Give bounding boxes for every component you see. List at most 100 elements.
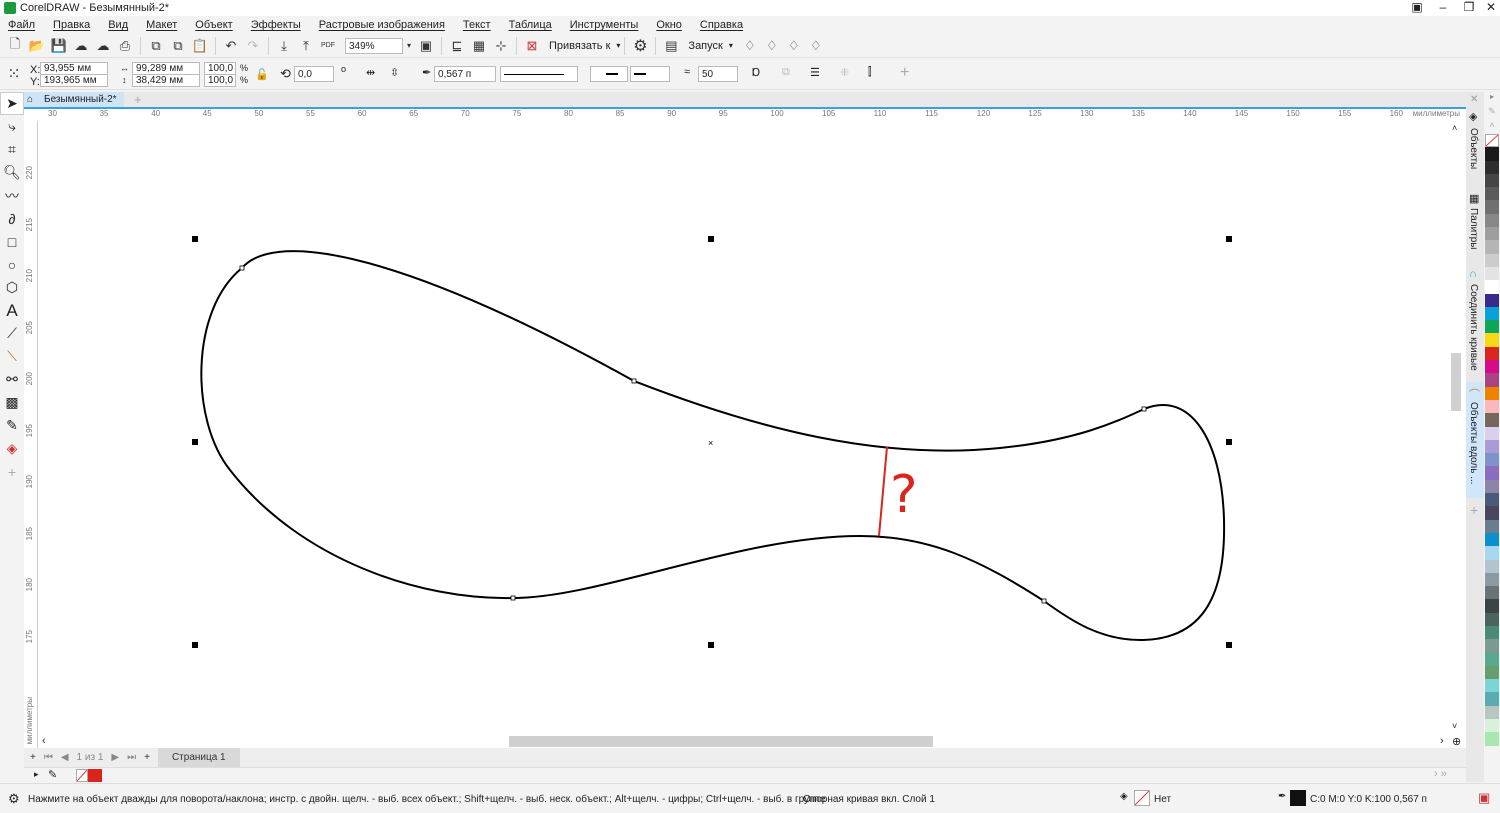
color-swatch[interactable] — [1485, 426, 1499, 440]
palette-menu-icon[interactable]: ▸ — [1484, 92, 1500, 106]
add-page-after-icon[interactable]: + — [144, 752, 150, 763]
menu-object[interactable]: Объект — [195, 19, 232, 31]
save-icon[interactable]: 💾 — [48, 36, 70, 56]
redo-icon[interactable]: ↷ — [242, 36, 264, 56]
color-swatch[interactable] — [1485, 306, 1499, 321]
menu-window[interactable]: Окно — [656, 19, 682, 31]
artistic-media-icon[interactable]: ∂ — [0, 207, 24, 230]
menu-help[interactable]: Справка — [700, 19, 743, 31]
color-swatch[interactable] — [1485, 333, 1499, 347]
snap-chevron-icon[interactable]: ▾ — [616, 41, 620, 50]
ellipse-tool-icon[interactable]: ○ — [0, 253, 24, 276]
no-color-swatch[interactable] — [1485, 134, 1499, 148]
color-swatch[interactable] — [1485, 360, 1499, 374]
snap-off-icon[interactable]: ⊠ — [521, 36, 543, 56]
select-all-nodes-icon[interactable]: ⫿ — [868, 66, 872, 79]
paste-icon[interactable]: 📋 — [189, 36, 211, 56]
freehand-tool-icon[interactable]: 〰 — [0, 184, 24, 207]
end-arrowhead-dropdown[interactable] — [630, 66, 670, 82]
menu-effects[interactable]: Эффекты — [251, 19, 301, 31]
dimension-tool-icon[interactable]: ⟋ — [0, 322, 24, 345]
color-swatch[interactable] — [1485, 453, 1499, 467]
menu-tools[interactable]: Инструменты — [570, 19, 639, 31]
connector-tool-icon[interactable]: ⟍ — [0, 345, 24, 368]
open-icon[interactable]: 📂 — [26, 36, 48, 56]
first-page-icon[interactable]: ⏮ — [44, 752, 53, 763]
pdf-icon[interactable]: PDF — [317, 36, 339, 56]
interactive-fill-icon[interactable]: ◈ — [0, 437, 24, 460]
outline-swatch[interactable] — [1290, 790, 1306, 806]
color-swatch[interactable] — [1485, 506, 1499, 520]
show-grid-icon[interactable]: ▦ — [468, 36, 490, 56]
pick-tool-icon[interactable]: ➤ — [0, 92, 24, 115]
mirror-vertical-icon[interactable]: ⇳ — [390, 66, 399, 79]
color-swatch[interactable] — [1485, 200, 1499, 214]
palette-eyedropper-icon[interactable]: ✎ — [1484, 106, 1500, 120]
color-swatch[interactable] — [1485, 227, 1499, 241]
color-swatch[interactable] — [1485, 293, 1499, 307]
color-swatch[interactable] — [1485, 679, 1499, 693]
color-swatch[interactable] — [1485, 559, 1499, 573]
docker-close-icon[interactable]: ✕ — [1470, 94, 1478, 105]
color-swatch[interactable] — [1485, 160, 1499, 174]
eyedropper-icon[interactable]: ✎ — [48, 768, 57, 781]
palette-expand-icon[interactable]: ▸ — [34, 769, 39, 780]
docker-tab-join-curves[interactable]: Соединить кривые — [1468, 284, 1479, 371]
reflect-nodes-icon[interactable]: ☰ — [810, 66, 820, 79]
add-tool-icon[interactable]: + — [0, 460, 24, 483]
restore-icon[interactable]: ▣ — [1404, 0, 1430, 14]
menu-bitmaps[interactable]: Растровые изображения — [319, 19, 445, 31]
no-color-swatch[interactable] — [76, 769, 88, 782]
mirror-horizontal-icon[interactable]: ⇹ — [366, 66, 375, 79]
start-arrowhead-dropdown[interactable] — [590, 66, 628, 82]
menu-file[interactable]: Файл — [8, 19, 35, 31]
menu-edit[interactable]: Правка — [53, 19, 90, 31]
color-proof-icon[interactable]: ▣ — [1478, 790, 1490, 806]
transparency-tool-icon[interactable]: ▩ — [0, 391, 24, 414]
menu-view[interactable]: Вид — [108, 19, 128, 31]
y-position-field[interactable]: 193,965 мм — [40, 74, 108, 87]
launch-app-icon[interactable]: ▤ — [660, 36, 682, 56]
new-tab-icon[interactable]: + — [134, 92, 142, 107]
color-swatch[interactable] — [1485, 280, 1499, 294]
horizontal-scrollbar[interactable]: ‹ › ⊕ — [38, 735, 1466, 748]
close-curve-icon[interactable]: Ɒ — [752, 66, 761, 79]
color-swatch[interactable] — [1485, 413, 1499, 427]
color-swatch[interactable] — [1485, 173, 1499, 188]
color-swatch[interactable] — [1485, 639, 1499, 653]
copy-icon[interactable]: ⧉ — [167, 36, 189, 56]
remove-node-icon[interactable]: ♢ — [761, 36, 783, 56]
color-swatch[interactable] — [1485, 320, 1499, 334]
break-node-icon[interactable]: ♢ — [805, 36, 827, 56]
color-swatch[interactable] — [1485, 466, 1499, 480]
print-icon[interactable]: ⎙ — [114, 36, 136, 56]
shape-tool-icon[interactable]: ⤷ — [0, 115, 24, 138]
palette-scroll-right-icon[interactable]: › » — [1434, 768, 1447, 780]
color-swatch[interactable] — [1485, 652, 1499, 666]
color-swatch[interactable] — [1485, 705, 1499, 720]
color-swatch[interactable] — [1485, 386, 1499, 400]
color-swatch[interactable] — [1485, 612, 1499, 626]
scroll-down-icon[interactable]: ˅ — [1452, 721, 1457, 731]
next-page-icon[interactable]: ▶ — [111, 752, 119, 763]
reference-point-icon[interactable]: ⁙ — [3, 64, 25, 84]
color-swatch[interactable] — [1485, 572, 1499, 587]
color-swatch[interactable] — [1485, 439, 1499, 454]
drawing-canvas[interactable]: × ? ˄ ˅ — [38, 121, 1466, 735]
color-swatch[interactable] — [1485, 213, 1499, 228]
red-swatch[interactable] — [88, 769, 102, 782]
last-page-icon[interactable]: ⏭ — [127, 752, 136, 763]
eyedropper-tool-icon[interactable]: ✎ — [0, 414, 24, 437]
horizontal-ruler[interactable]: миллиметры 30 35 40 45 50 55 60 65 70 75 80 85 90 95 1… — [24, 107, 1466, 121]
close-button[interactable]: ✕ — [1478, 0, 1500, 14]
vertical-ruler[interactable]: 220 215 210 205 200 195 190 185 180 175 миллиметры — [24, 121, 38, 748]
elastic-mode-icon[interactable]: ⁜ — [840, 66, 849, 79]
scroll-left-icon[interactable]: ‹ — [42, 735, 46, 747]
color-swatch[interactable] — [1485, 399, 1499, 414]
cloud-upload-icon[interactable]: ☁ — [92, 36, 114, 56]
horizontal-scrollbar-thumb[interactable] — [509, 736, 933, 747]
outline-width-field[interactable]: 0,567 п — [434, 66, 496, 82]
menu-layout[interactable]: Макет — [146, 19, 177, 31]
color-swatch[interactable] — [1485, 266, 1499, 281]
vertical-scrollbar-thumb[interactable] — [1451, 353, 1461, 411]
